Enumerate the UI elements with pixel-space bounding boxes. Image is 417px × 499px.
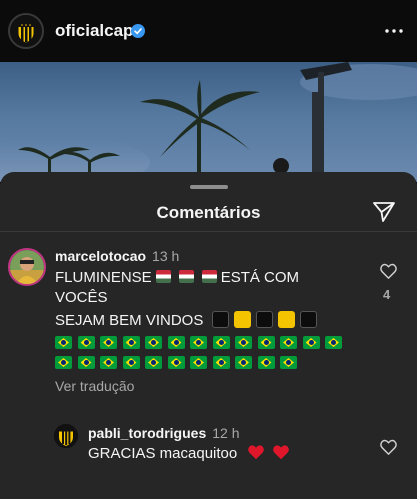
hungary-flag-emoji <box>155 270 171 283</box>
comment-time: 13 h <box>152 248 180 264</box>
brazil-flag-emoji <box>257 356 275 369</box>
hungary-flag-emoji <box>178 270 194 283</box>
brazil-flag-emoji <box>280 336 297 349</box>
brazil-flag-emoji <box>100 356 117 369</box>
send-icon[interactable] <box>372 200 396 224</box>
yellow-square-emoji <box>277 311 295 328</box>
reply-username[interactable]: pabli_torodrigues 12 h <box>88 425 239 441</box>
brazil-flag-emoji <box>212 356 230 369</box>
brazil-flag-emoji <box>257 336 275 349</box>
divider <box>0 231 417 232</box>
see-translation-link[interactable]: Ver tradução <box>55 378 134 394</box>
brazil-flag-emoji <box>55 356 72 369</box>
comment-text-line: VOCÊS <box>55 289 108 306</box>
post-header: oficialcap <box>0 0 417 62</box>
black-square-emoji <box>255 311 273 328</box>
comment-username[interactable]: marcelotocao 13 h <box>55 248 179 264</box>
verified-badge-icon <box>131 24 145 38</box>
brazil-flag-emoji <box>145 336 162 349</box>
post-username[interactable]: oficialcap <box>55 21 133 41</box>
reply-text: GRACIAS macaquitoo <box>88 444 290 462</box>
brazil-flag-emoji <box>77 356 95 369</box>
hungary-flag-emoji <box>201 270 217 283</box>
comments-sheet: Comentários marcelotocao 13 h FLUMINENSE E… <box>0 172 417 499</box>
brazil-flags-row <box>55 336 348 352</box>
reply-time: 12 h <box>212 425 240 441</box>
like-heart-icon[interactable] <box>380 439 397 455</box>
comment-text-line: SEJAM BEM VINDOS <box>55 311 322 331</box>
brazil-flag-emoji <box>167 336 185 349</box>
comment-avatar[interactable] <box>8 248 46 286</box>
brazil-flag-emoji <box>190 356 207 369</box>
brazil-flag-emoji <box>100 336 117 349</box>
brazil-flag-emoji <box>235 336 252 349</box>
brazil-flag-emoji <box>145 356 162 369</box>
comment-text-line: FLUMINENSE ESTÁ COM <box>55 269 300 286</box>
black-square-emoji <box>211 311 229 328</box>
brazil-flag-emoji <box>55 336 72 349</box>
brazil-flags-row <box>55 356 303 372</box>
brazil-flag-emoji <box>122 336 140 349</box>
like-count: 4 <box>383 287 391 302</box>
brazil-flag-emoji <box>190 336 207 349</box>
brazil-flag-emoji <box>280 356 297 369</box>
post-image <box>0 62 417 182</box>
brazil-flag-emoji <box>167 356 185 369</box>
more-horizontal-icon[interactable] <box>385 29 403 33</box>
reply-avatar[interactable] <box>54 424 78 448</box>
brazil-flag-emoji <box>325 336 342 349</box>
brazil-flag-emoji <box>77 336 95 349</box>
drag-handle[interactable] <box>190 185 228 189</box>
brazil-flag-emoji <box>122 356 140 369</box>
brazil-flag-emoji <box>302 336 320 349</box>
yellow-square-emoji <box>233 311 251 328</box>
sheet-title: Comentários <box>156 203 261 222</box>
profile-avatar[interactable] <box>8 13 44 49</box>
like-heart-icon[interactable] <box>380 263 397 279</box>
red-heart-emoji <box>248 445 265 460</box>
red-heart-emoji <box>272 445 289 460</box>
brazil-flag-emoji <box>212 336 230 349</box>
brazil-flag-emoji <box>235 356 252 369</box>
black-square-emoji <box>299 311 317 328</box>
